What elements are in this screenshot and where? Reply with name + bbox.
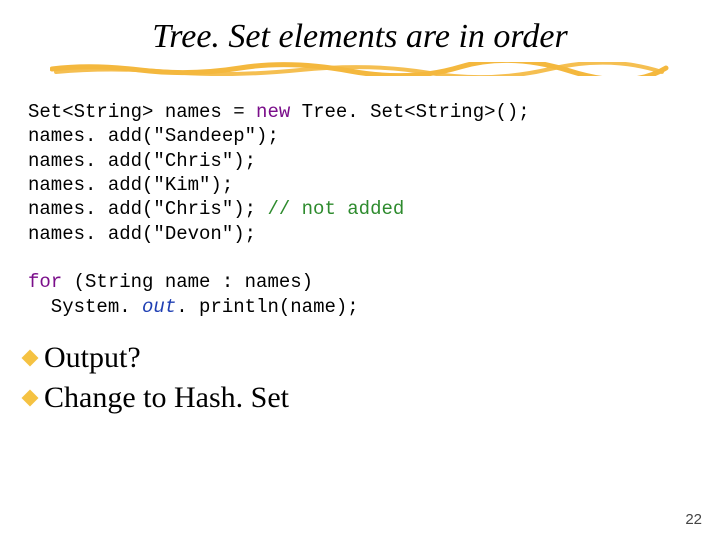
code-line: names. add("Sandeep");: [28, 125, 279, 147]
code-text: . println(name);: [176, 296, 358, 318]
code-line: names. add("Devon");: [28, 223, 256, 245]
code-line: names. add("Chris");: [28, 150, 256, 172]
bullet-text: Change to Hash. Set: [44, 381, 289, 414]
code-line: names. add("Kim");: [28, 174, 233, 196]
code-comment: // not added: [267, 198, 404, 220]
diamond-icon: [22, 349, 39, 366]
code-line: names. add("Chris"); // not added: [28, 198, 404, 220]
code-text: (String name : names): [62, 271, 313, 293]
code-line: for (String name : names): [28, 271, 313, 293]
page-number: 22: [685, 511, 702, 528]
code-text: names. add("Chris");: [28, 198, 267, 220]
bullet-text: Output?: [44, 341, 141, 374]
slide-title: Tree. Set elements are in order: [152, 18, 567, 56]
diamond-icon: [22, 389, 39, 406]
code-keyword: for: [28, 271, 62, 293]
title-underline: [50, 62, 670, 76]
code-text: Tree. Set<String>();: [290, 101, 529, 123]
code-line: Set<String> names = new Tree. Set<String…: [28, 101, 530, 123]
code-keyword: new: [256, 101, 290, 123]
bullet-item: Output?: [22, 341, 720, 375]
code-text: Set<String> names =: [28, 101, 256, 123]
bullet-list: Output? Change to Hash. Set: [22, 341, 720, 415]
code-line: System. out. println(name);: [28, 296, 359, 318]
title-area: Tree. Set elements are in order: [0, 0, 720, 76]
code-block: Set<String> names = new Tree. Set<String…: [28, 100, 720, 319]
bullet-item: Change to Hash. Set: [22, 381, 720, 415]
code-text: System.: [28, 296, 142, 318]
code-field: out: [142, 296, 176, 318]
